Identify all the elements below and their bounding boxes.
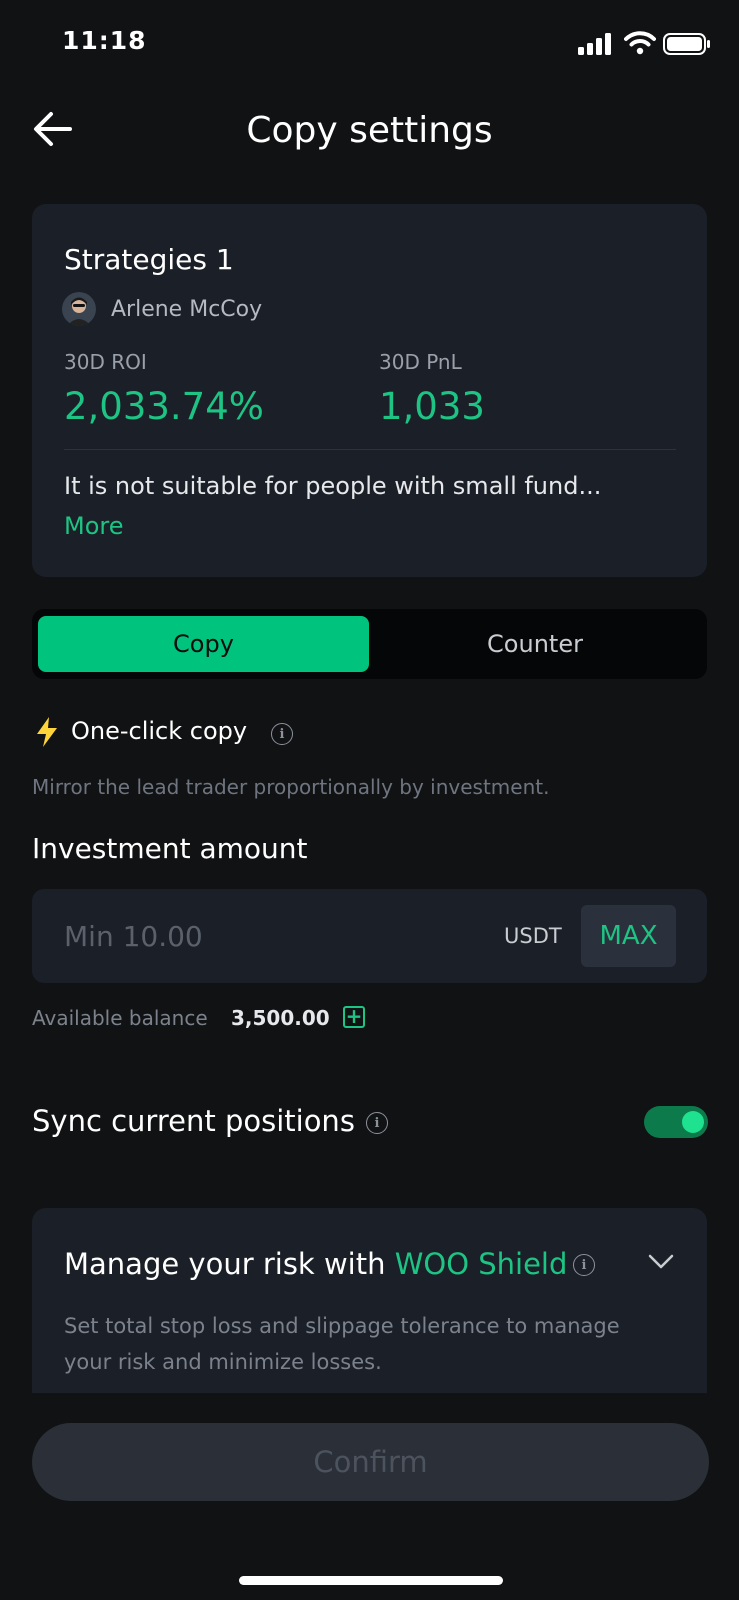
wifi-icon [624,31,656,55]
risk-description: Set total stop loss and slippage toleran… [64,1314,620,1374]
toggle-knob [682,1111,704,1133]
roi-value: 2,033.74% [64,385,264,428]
tab-counter[interactable]: Counter [369,616,701,672]
currency-label: USDT [504,924,562,948]
strategy-name: Strategies 1 [64,243,234,276]
info-icon[interactable]: i [271,723,293,745]
confirm-button[interactable]: Confirm [32,1423,709,1501]
woo-shield-link: WOO Shield [394,1247,568,1281]
pnl-label: 30D PnL [379,350,462,374]
strategy-description: It is not suitable for people with small… [64,472,602,500]
one-click-description: Mirror the lead trader proportionally by… [32,775,550,799]
chevron-down-icon[interactable] [648,1254,674,1270]
available-balance-value: 3,500.00 [231,1006,330,1030]
info-icon[interactable]: i [573,1254,595,1276]
more-link[interactable]: More [64,512,124,540]
lightning-bolt-icon [37,717,57,747]
page-title: Copy settings [246,110,493,151]
battery-icon [663,33,710,55]
info-icon[interactable]: i [366,1112,388,1134]
card-divider [64,449,676,450]
trader-name[interactable]: Arlene McCoy [111,297,262,322]
avatar-image [62,292,96,326]
roi-label: 30D ROI [64,350,147,374]
one-click-copy-label: One-click copy [71,717,248,745]
risk-title[interactable]: Manage your risk with WOO Shield [64,1247,567,1281]
investment-amount-input[interactable] [64,914,444,958]
pnl-value: 1,033 [379,385,485,428]
max-button[interactable]: MAX [581,905,676,967]
add-funds-icon[interactable]: + [343,1006,365,1028]
status-time: 11:18 [62,26,147,55]
cellular-signal-icon [578,33,611,55]
avatar[interactable] [62,292,96,326]
investment-amount-label: Investment amount [32,832,308,865]
sync-positions-label: Sync current positions [32,1104,355,1138]
home-indicator [239,1576,503,1585]
available-balance-label: Available balance [32,1006,208,1030]
risk-title-prefix: Manage your risk with [64,1247,395,1281]
sync-positions-toggle[interactable] [644,1106,708,1138]
tab-copy[interactable]: Copy [38,616,369,672]
